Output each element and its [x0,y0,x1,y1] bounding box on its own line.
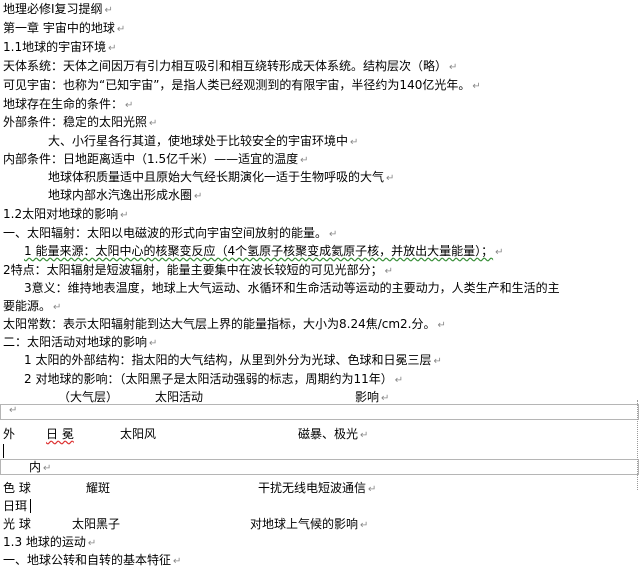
table-cell: 日珥 [3,499,28,513]
text-line: 内部条件：日地距离适中（1.5亿千米）——适宜的温度 ↵ [3,152,309,166]
text-line: 1 太阳的外部结构：指太阳的大气结构，从里到外分为光球、色球和日冕三层 ↵ [24,353,442,367]
text-line: 要能源。 ↵ [3,299,62,313]
text-line: 可见宇宙：也称为“已知宇宙”，是指人类已经观测到的有限宇宙，半径约为140亿光年… [3,78,481,92]
section-heading: 1.1地球的宇宙环境 ↵ [3,40,117,54]
text-line: 2 对地球的影响：（太阳黑子是太阳活动强弱的标志，周期约为11年） ↵ [24,372,404,386]
table-row-frame[interactable]: 内 ↵ [0,459,639,475]
chapter-heading: 第一章 宇宙中的地球 ↵ [3,21,126,35]
table-cell: 日 冕 [46,427,74,441]
text-line: 3意义：维持地表温度，地球上大气运动、水循环和生命活动等运动的主要动力，人类生产… [24,281,560,295]
section-heading: 1.3 地球的运动 ↵ [3,535,97,549]
text-line: 外部条件：稳定的太阳光照 ↵ [3,115,158,129]
text-cursor [30,499,31,513]
text-cursor [3,444,4,458]
table-cell: 外 [3,427,16,441]
text-line: 1 能量来源：太阳中心的核聚变反应（4个氢原子核聚变成氦原子核，并放出大量能量）… [24,244,504,258]
table-cell: 耀斑 [86,481,111,495]
text-line: 一、地球公转和自转的基本特征 ↵ [3,553,182,567]
table-cell: 内 ↵ [29,460,52,474]
table-row-frame[interactable]: ↵ [0,404,639,420]
text-line: 太阳常数：表示太阳辐射能到达大气层上界的能量指标，大小为8.24焦/cm2.分。… [3,317,446,331]
text-line: 地球存在生命的条件： ↵ [3,97,134,111]
table-cell: 光 球 [3,517,31,531]
table-cell: 对地球上气候的影响 ↵ [250,517,369,531]
text-line: 一、太阳辐射：太阳以电磁波的形式向宇宙空间放射的能量。 ↵ [3,226,338,240]
text-line: 2特点：太阳辐射是短波辐射，能量主要集中在波长较短的可见光部分； ↵ [3,263,394,277]
document-page[interactable]: 地理必修Ⅰ复习提纲 ↵ 第一章 宇宙中的地球 ↵ 1.1地球的宇宙环境 ↵ 天体系统：… [0,0,644,568]
table-cell: 色 球 [3,481,31,495]
text-line: 天体系统：天体之间因万有引力相互吸引和相互绕转形成天体系统。结构层次（略） ↵ [3,59,458,73]
margin-guide [637,400,641,490]
section-heading: 1.2太阳对地球的影响 ↵ [3,207,129,221]
text-line: 二：太阳活动对地球的影响 ↵ [3,335,158,349]
table-cell: 干扰无线电短波通信 ↵ [258,481,377,495]
text-line: 地球内部水汽逸出形成水圈 ↵ [48,188,203,202]
text-line: 大、小行星各行其道，使地球处于比较安全的宇宙环境中 ↵ [48,134,359,148]
table-cell: 太阳风 [120,427,157,441]
doc-title: 地理必修Ⅰ复习提纲 ↵ [3,2,113,16]
paragraph-mark: ↵ [104,5,113,16]
table-cell: 磁暴、极光 ↵ [298,427,369,441]
table-cell: 太阳黑子 [72,517,121,531]
text-line: 地球体积质量适中且原始大气经长期演化一适于生物呼吸的大气 ↵ [48,170,395,184]
